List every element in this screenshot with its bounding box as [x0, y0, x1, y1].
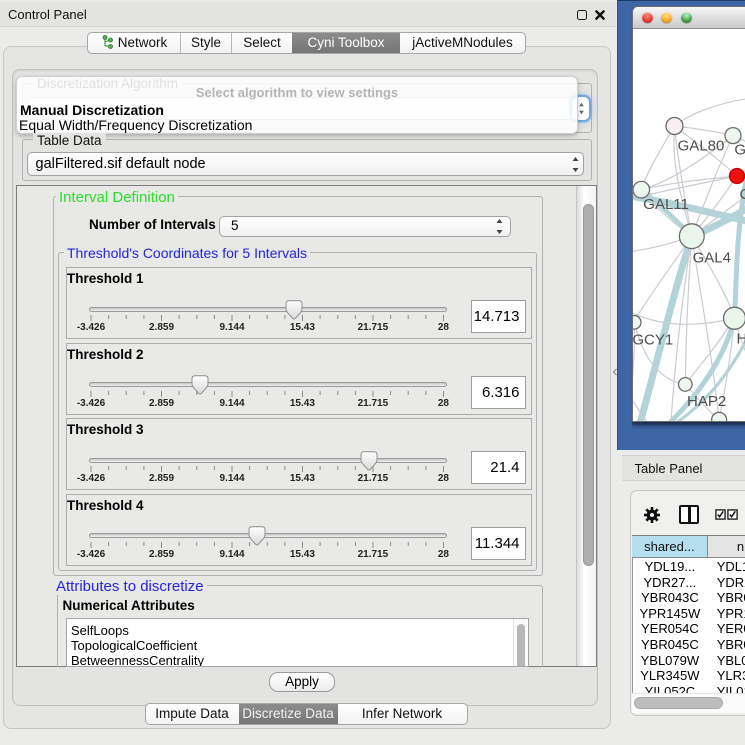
svg-text:HAP4: HAP4 — [736, 330, 745, 347]
svg-text:GCY1: GCY1 — [633, 332, 673, 349]
svg-text:GAL4: GAL4 — [692, 250, 730, 267]
svg-text:CRP1: CRP1 — [739, 186, 745, 203]
svg-text:GAL11: GAL11 — [643, 196, 689, 213]
svg-text:HAP2: HAP2 — [687, 393, 726, 410]
svg-text:GAL1: GAL1 — [734, 142, 745, 159]
svg-text:GAL80: GAL80 — [677, 137, 724, 154]
